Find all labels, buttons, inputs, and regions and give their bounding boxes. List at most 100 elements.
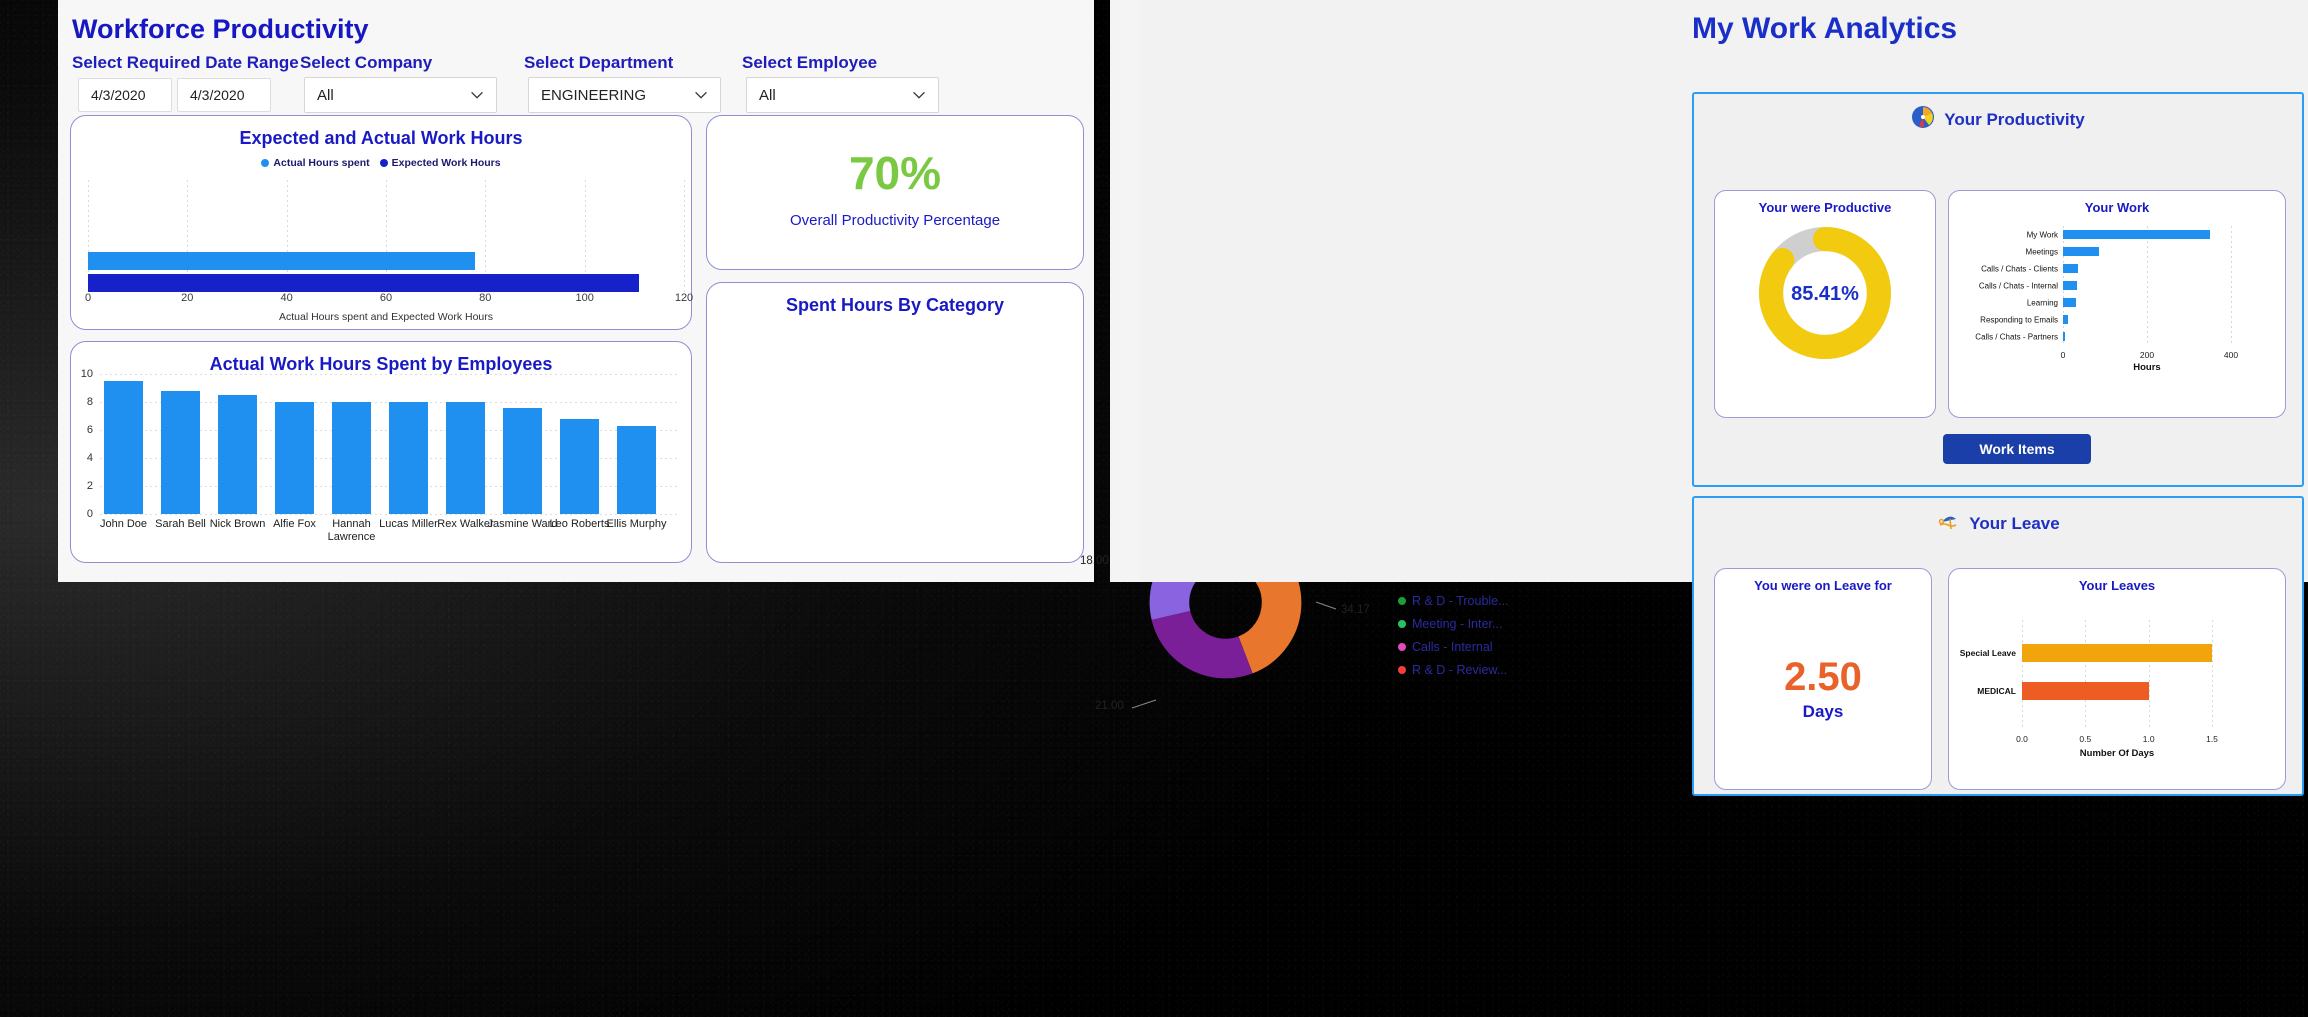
legend-item[interactable]: R & D - Trouble... bbox=[1398, 594, 1509, 608]
chart1-xtick: 60 bbox=[379, 292, 393, 304]
chart2-bar bbox=[617, 425, 656, 514]
chart2-ytick: 2 bbox=[86, 480, 93, 492]
page-title: Workforce Productivity bbox=[72, 14, 369, 44]
legend-item[interactable]: R & D - Review... bbox=[1398, 663, 1507, 677]
legend-item-expected: Expected Work Hours bbox=[379, 157, 501, 169]
chart1-title: Expected and Actual Work Hours bbox=[239, 128, 523, 148]
chart1-bar-actual bbox=[88, 252, 476, 270]
card-leave-total: You were on Leave for 2.50 Days bbox=[1714, 568, 1932, 790]
beach-umbrella-icon bbox=[1936, 509, 1960, 538]
chart1-xtick: 40 bbox=[280, 292, 293, 304]
company-select[interactable]: All bbox=[304, 77, 497, 113]
section-heading-label: Your Productivity bbox=[1944, 109, 2085, 129]
legend-swatch bbox=[1398, 643, 1406, 651]
chart2-bar bbox=[218, 395, 257, 514]
legend-item[interactable]: Calls - Internal bbox=[1398, 640, 1493, 654]
chart2-bar bbox=[275, 402, 314, 514]
employee-select-value: All bbox=[759, 86, 776, 104]
chart1-legend: Actual Hours spent Expected Work Hours bbox=[71, 157, 691, 169]
chart1-xtick: 0 bbox=[84, 292, 92, 304]
chart2-bar bbox=[503, 407, 542, 514]
card-spent-hours-by-category: Spent Hours By Category bbox=[706, 282, 1084, 563]
chart4-bar bbox=[2063, 332, 2066, 341]
chart1-xtick: 120 bbox=[674, 292, 694, 304]
chart1-xaxis: 0 20 40 60 80 100 120 bbox=[84, 292, 693, 310]
chart2-bar bbox=[104, 381, 143, 514]
chart4-xtick: 0 bbox=[2060, 350, 2066, 360]
chart5-xtick: 1.0 bbox=[2142, 734, 2155, 744]
chart1-bar-expected bbox=[88, 274, 640, 292]
work-items-button[interactable]: Work Items bbox=[1943, 434, 2091, 464]
chart4-xtick: 400 bbox=[2223, 350, 2239, 360]
employee-select[interactable]: All bbox=[746, 77, 939, 113]
chevron-down-icon bbox=[468, 86, 486, 104]
legend-label-actual: Actual Hours spent bbox=[273, 157, 370, 169]
filter-label-department: Select Department bbox=[524, 53, 674, 72]
chart5-category-label: MEDICAL bbox=[1977, 686, 2016, 696]
chart4-bar bbox=[2063, 230, 2210, 239]
chart2-bar bbox=[389, 402, 428, 514]
chart2-bar bbox=[560, 418, 599, 514]
legend-item[interactable]: Meeting - Inter... bbox=[1398, 617, 1502, 631]
legend-item-actual: Actual Hours spent bbox=[261, 157, 370, 169]
chart1-xaxis-label: Actual Hours spent and Expected Work Hou… bbox=[279, 311, 493, 323]
legend-label-expected: Expected Work Hours bbox=[391, 157, 501, 169]
legend-label: R & D - Trouble... bbox=[1412, 594, 1509, 608]
filter-label-company: Select Company bbox=[300, 53, 433, 72]
chart2-title: Actual Work Hours Spent by Employees bbox=[209, 354, 553, 374]
donut-value-label: 21.00 bbox=[1095, 700, 1124, 712]
chart4-category-label: Calls / Chats - Internal bbox=[1978, 281, 2058, 291]
chart2-bar bbox=[446, 402, 485, 514]
company-select-value: All bbox=[317, 86, 334, 104]
chart1-xtick: 100 bbox=[575, 292, 594, 304]
date-to-input[interactable]: 4/3/2020 bbox=[177, 78, 271, 112]
department-select[interactable]: ENGINEERING bbox=[528, 77, 721, 113]
kpi-caption: Overall Productivity Percentage bbox=[789, 212, 1001, 229]
chart4-title: Your Work bbox=[2084, 200, 2150, 215]
filter-label-date-range: Select Required Date Range bbox=[72, 53, 299, 72]
gauge-title: Your were Productive bbox=[1758, 200, 1892, 215]
chart5-category-label: Special Leave bbox=[1959, 648, 2016, 658]
legend-label: Meeting - Inter... bbox=[1412, 617, 1503, 631]
screenshot-root: Workforce Productivity Select Required D… bbox=[0, 0, 2308, 1017]
productivity-gauge-icon bbox=[1911, 105, 1935, 134]
legend-label: Calls - Internal bbox=[1412, 640, 1493, 654]
chart2-ytick: 8 bbox=[86, 396, 93, 408]
chart5-xtick: 0.0 bbox=[2016, 734, 2028, 744]
date-from-input[interactable]: 4/3/2020 bbox=[78, 78, 172, 112]
chart1-xtick: 80 bbox=[479, 292, 492, 304]
chart4-category-label: Learning bbox=[2026, 298, 2058, 308]
chart3-title: Spent Hours By Category bbox=[785, 295, 1005, 315]
chevron-down-icon bbox=[692, 86, 710, 104]
donut-value-label: 34.17 bbox=[1341, 604, 1370, 616]
chart2-ytick: 4 bbox=[86, 452, 93, 464]
section-heading-label: Your Leave bbox=[1969, 513, 2060, 533]
chart4-bar bbox=[2063, 298, 2076, 307]
chart5-bar bbox=[2022, 644, 2212, 662]
chart4-xaxis-label: Hours bbox=[2133, 362, 2161, 373]
legend-swatch bbox=[1398, 620, 1406, 628]
chart4-xtick: 200 bbox=[2139, 350, 2155, 360]
gauge-value: 85.41% bbox=[1791, 283, 1859, 305]
chart2-plot: 10 8 6 4 2 0 bbox=[81, 368, 678, 520]
chart5-title: Your Leaves bbox=[2078, 578, 2156, 593]
leave-total-unit: Days bbox=[1802, 702, 1844, 721]
chart4-bar bbox=[2063, 281, 2077, 290]
donut-value-label: 18.00 bbox=[1080, 555, 1109, 567]
your-leave-heading: Your Leave bbox=[1694, 509, 2302, 538]
kpi-value: 70% bbox=[848, 147, 942, 199]
legend-swatch-actual bbox=[261, 159, 270, 167]
chart1-plot bbox=[88, 180, 685, 292]
chart4-bar bbox=[2063, 315, 2068, 324]
legend-label: R & D - Review... bbox=[1412, 663, 1508, 677]
chart4-plot: My Work Meetings Calls / Chats - Clients… bbox=[1975, 226, 2238, 373]
chart5-plot: Special Leave MEDICAL 0.0 0.5 1.0 1.5 Nu… bbox=[1960, 620, 2218, 759]
chart2-bar bbox=[332, 402, 371, 514]
legend-swatch-expected bbox=[379, 159, 388, 167]
department-select-value: ENGINEERING bbox=[541, 86, 647, 104]
chart2-bar bbox=[161, 390, 200, 514]
chart4-category-label: My Work bbox=[2026, 230, 2058, 240]
your-productivity-heading: Your Productivity bbox=[1694, 105, 2302, 134]
chevron-down-icon bbox=[910, 86, 928, 104]
chart4-category-label: Calls / Chats - Clients bbox=[1981, 264, 2058, 274]
